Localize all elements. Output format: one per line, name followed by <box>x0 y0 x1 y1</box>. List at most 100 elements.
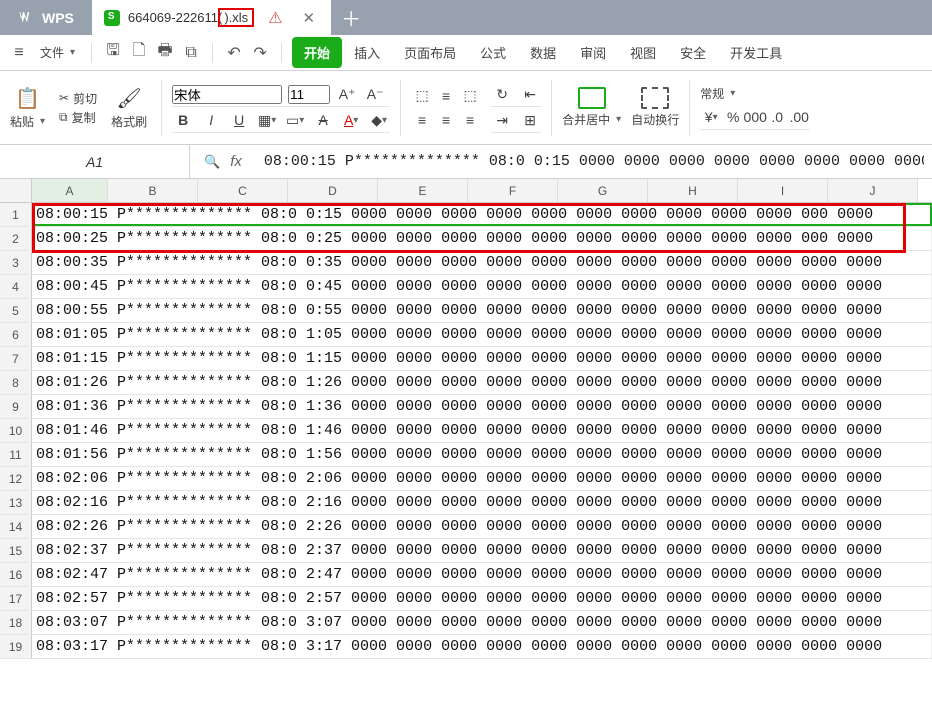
menu-hamburger-icon[interactable]: ≡ <box>8 42 30 64</box>
row-header-14[interactable]: 14 <box>0 515 32 538</box>
cell-A15[interactable]: 08:02:37 P************** 08:0 2:37 0000 … <box>32 539 932 562</box>
align-top-icon[interactable]: ⬚ <box>411 85 433 107</box>
italic-button[interactable]: I <box>200 109 222 131</box>
row-header-4[interactable]: 4 <box>0 275 32 298</box>
row-header-8[interactable]: 8 <box>0 371 32 394</box>
warning-icon[interactable]: ⚠ <box>262 8 288 28</box>
cell-A13[interactable]: 08:02:16 P************** 08:0 2:16 0000 … <box>32 491 932 514</box>
format-painter-button[interactable]: 🖌 格式刷 <box>107 83 151 132</box>
cell-A11[interactable]: 08:01:56 P************** 08:0 1:56 0000 … <box>32 443 932 466</box>
cell-A19[interactable]: 08:03:17 P************** 08:0 3:17 0000 … <box>32 635 932 658</box>
column-header-C[interactable]: C <box>198 179 288 202</box>
bold-button[interactable]: B <box>172 109 194 131</box>
wrap-text-button[interactable]: 自动换行 <box>631 87 679 128</box>
column-header-G[interactable]: G <box>558 179 648 202</box>
menu-tab-0[interactable]: 开始 <box>292 37 342 68</box>
align-right-icon[interactable]: ≡ <box>459 109 481 131</box>
cell-A12[interactable]: 08:02:06 P************** 08:0 2:06 0000 … <box>32 467 932 490</box>
menu-tab-2[interactable]: 页面布局 <box>392 37 468 68</box>
column-header-F[interactable]: F <box>468 179 558 202</box>
row-header-7[interactable]: 7 <box>0 347 32 370</box>
redo-icon[interactable]: ↷ <box>249 42 271 64</box>
row-header-16[interactable]: 16 <box>0 563 32 586</box>
print-preview-icon[interactable]: ⧉ <box>180 42 202 64</box>
menu-tab-1[interactable]: 插入 <box>342 37 392 68</box>
highlight-button[interactable]: ◆▾ <box>368 109 390 131</box>
column-header-H[interactable]: H <box>648 179 738 202</box>
close-tab-button[interactable]: ✕ <box>297 9 322 27</box>
column-header-J[interactable]: J <box>828 179 918 202</box>
new-tab-button[interactable]: ＋ <box>331 0 371 35</box>
cell-A4[interactable]: 08:00:45 P************** 08:0 0:45 0000 … <box>32 275 932 298</box>
menu-tab-4[interactable]: 数据 <box>518 37 568 68</box>
number-format-select[interactable]: 常规 ▾ <box>700 85 810 102</box>
cell-A7[interactable]: 08:01:15 P************** 08:0 1:15 0000 … <box>32 347 932 370</box>
menu-tab-3[interactable]: 公式 <box>468 37 518 68</box>
cell-A1[interactable]: 08:00:15 P************** 08:0 0:15 0000 … <box>32 203 932 226</box>
align-middle-icon[interactable]: ≡ <box>435 85 457 107</box>
cell-A9[interactable]: 08:01:36 P************** 08:0 1:36 0000 … <box>32 395 932 418</box>
save-icon[interactable]: 🖫 <box>102 42 124 64</box>
menu-tab-7[interactable]: 安全 <box>668 37 718 68</box>
spreadsheet-grid[interactable]: ABCDEFGHIJ 108:00:15 P************** 08:… <box>0 179 932 659</box>
row-header-18[interactable]: 18 <box>0 611 32 634</box>
print-icon[interactable]: 🖶 <box>154 42 176 64</box>
align-bottom-icon[interactable]: ⬚ <box>459 85 481 107</box>
cell-A17[interactable]: 08:02:57 P************** 08:0 2:57 0000 … <box>32 587 932 610</box>
row-header-13[interactable]: 13 <box>0 491 32 514</box>
increase-font-icon[interactable]: A⁺ <box>336 83 358 105</box>
merge-center-button[interactable]: 合并居中▾ <box>562 87 621 128</box>
menu-tab-5[interactable]: 审阅 <box>568 37 618 68</box>
select-all-corner[interactable] <box>0 179 32 202</box>
column-header-D[interactable]: D <box>288 179 378 202</box>
document-tab[interactable]: 664069-222611().xls ⚠ ✕ <box>92 0 331 35</box>
cell-A18[interactable]: 08:03:07 P************** 08:0 3:07 0000 … <box>32 611 932 634</box>
cell-A16[interactable]: 08:02:47 P************** 08:0 2:47 0000 … <box>32 563 932 586</box>
decrease-indent-icon[interactable]: ⇤ <box>519 83 541 105</box>
row-header-2[interactable]: 2 <box>0 227 32 250</box>
comma-icon[interactable]: 000 <box>744 106 766 128</box>
save-as-icon[interactable]: 🗋 <box>128 42 150 64</box>
paste-button[interactable]: 📋 粘贴▾ <box>6 83 49 132</box>
column-header-A[interactable]: A <box>32 179 108 202</box>
cell-A2[interactable]: 08:00:25 P************** 08:0 0:25 0000 … <box>32 227 932 250</box>
column-header-I[interactable]: I <box>738 179 828 202</box>
row-header-9[interactable]: 9 <box>0 395 32 418</box>
cell-A8[interactable]: 08:01:26 P************** 08:0 1:26 0000 … <box>32 371 932 394</box>
merge-across-icon[interactable]: ⊞ <box>519 109 541 131</box>
column-header-B[interactable]: B <box>108 179 198 202</box>
orientation-icon[interactable]: ↻ <box>491 83 513 105</box>
cell-A14[interactable]: 08:02:26 P************** 08:0 2:26 0000 … <box>32 515 932 538</box>
increase-decimal-icon[interactable]: .00 <box>788 106 810 128</box>
row-header-15[interactable]: 15 <box>0 539 32 562</box>
menu-tab-8[interactable]: 开发工具 <box>718 37 794 68</box>
cell-A5[interactable]: 08:00:55 P************** 08:0 0:55 0000 … <box>32 299 932 322</box>
cut-button[interactable]: ✂ 剪切 <box>59 90 97 107</box>
menu-tab-6[interactable]: 视图 <box>618 37 668 68</box>
font-color-button[interactable]: A▾ <box>340 109 362 131</box>
file-menu[interactable]: 文件▾ <box>34 40 81 65</box>
row-header-3[interactable]: 3 <box>0 251 32 274</box>
row-header-1[interactable]: 1 <box>0 203 32 226</box>
font-name-select[interactable] <box>172 85 282 104</box>
percent-icon[interactable]: % <box>722 106 744 128</box>
increase-indent-icon[interactable]: ⇥ <box>491 109 513 131</box>
fill-color-button[interactable]: ▭▾ <box>284 109 306 131</box>
row-header-6[interactable]: 6 <box>0 323 32 346</box>
cell-A10[interactable]: 08:01:46 P************** 08:0 1:46 0000 … <box>32 419 932 442</box>
row-header-10[interactable]: 10 <box>0 419 32 442</box>
cell-A3[interactable]: 08:00:35 P************** 08:0 0:35 0000 … <box>32 251 932 274</box>
row-header-11[interactable]: 11 <box>0 443 32 466</box>
align-left-icon[interactable]: ≡ <box>411 109 433 131</box>
row-header-5[interactable]: 5 <box>0 299 32 322</box>
row-header-17[interactable]: 17 <box>0 587 32 610</box>
undo-icon[interactable]: ↶ <box>223 42 245 64</box>
strikethrough-button[interactable]: A <box>312 109 334 131</box>
column-header-E[interactable]: E <box>378 179 468 202</box>
decrease-font-icon[interactable]: A⁻ <box>364 83 386 105</box>
row-header-12[interactable]: 12 <box>0 467 32 490</box>
row-header-19[interactable]: 19 <box>0 635 32 658</box>
cell-A6[interactable]: 08:01:05 P************** 08:0 1:05 0000 … <box>32 323 932 346</box>
name-box[interactable] <box>0 145 190 178</box>
currency-icon[interactable]: ¥▾ <box>700 106 722 128</box>
